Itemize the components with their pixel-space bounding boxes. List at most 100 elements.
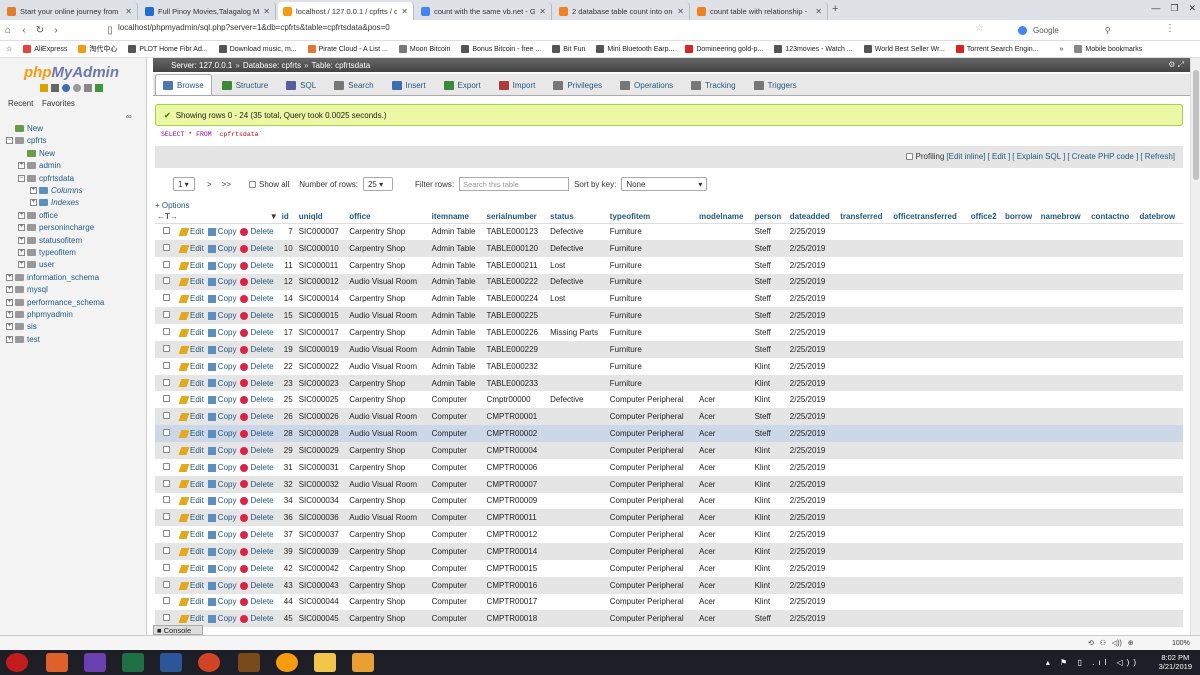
row-delete-link[interactable]: Delete <box>240 530 274 539</box>
bookmark-item[interactable]: 淘代中心 <box>78 44 117 54</box>
link-icon[interactable]: ∞ <box>126 112 132 121</box>
row-checkbox[interactable] <box>163 277 170 285</box>
row-edit-link[interactable]: Edit <box>178 379 204 388</box>
row-delete-link[interactable]: Delete <box>240 547 274 556</box>
table-row[interactable]: Edit Copy Delete 11 SIC000011 Carpentry Shop A… <box>155 256 1183 274</box>
mobile-bookmarks[interactable]: Mobile bookmarks <box>1074 45 1142 53</box>
bookmark-item[interactable]: Download music, m... <box>218 45 297 53</box>
tab-close-icon[interactable]: ✕ <box>125 7 132 16</box>
tab-close-icon[interactable]: ✕ <box>677 7 684 16</box>
table-row[interactable]: Edit Copy Delete 39 SIC000039 Carpentry Shop C… <box>155 543 1183 560</box>
tree-item-statusofitem[interactable]: + statusofitem <box>18 236 82 245</box>
expand-icon[interactable]: + <box>30 187 37 194</box>
expand-icon[interactable]: + <box>18 162 25 170</box>
row-checkbox[interactable] <box>163 429 170 437</box>
row-copy-link[interactable]: Copy <box>207 412 236 421</box>
row-delete-link[interactable]: Delete <box>240 244 274 253</box>
app-icon[interactable] <box>352 653 374 672</box>
bookmarks-more[interactable]: » <box>1059 46 1063 53</box>
row-edit-link[interactable]: Edit <box>178 496 204 505</box>
row-edit-link[interactable]: Edit <box>178 412 204 421</box>
profiling-link[interactable]: [Edit inline] <box>946 152 985 161</box>
table-row[interactable]: Edit Copy Delete 36 SIC000036 Audio Visual Ro… <box>155 509 1183 527</box>
row-copy-link[interactable]: Copy <box>207 480 236 489</box>
column-header-modelname[interactable]: modelname <box>697 210 753 224</box>
help-icon[interactable] <box>62 84 70 92</box>
profiling-link[interactable]: [ Refresh] <box>1140 152 1175 161</box>
tree-item-test[interactable]: + test <box>6 335 40 344</box>
tab-browse[interactable]: Browse <box>155 74 212 95</box>
bookmark-item[interactable]: Bonus Bitcoin - free ... <box>461 45 541 53</box>
table-row[interactable]: Edit Copy Delete 26 SIC000026 Audio Visual Ro… <box>155 408 1183 426</box>
tab-close-icon[interactable]: ✕ <box>263 7 270 16</box>
bookmark-item[interactable]: Domineering gold-p... <box>685 45 763 53</box>
column-header-typeofitem[interactable]: typeofitem <box>607 210 698 224</box>
phpmyadmin-logo[interactable]: phpMyAdmin <box>24 64 119 81</box>
table-row[interactable]: Edit Copy Delete 45 SIC000045 Carpentry Shop C… <box>155 610 1183 628</box>
row-delete-link[interactable]: Delete <box>240 513 274 522</box>
row-copy-link[interactable]: Copy <box>207 345 236 354</box>
row-copy-link[interactable]: Copy <box>207 395 236 404</box>
magnifier-icon[interactable]: ⚲ <box>1105 26 1111 35</box>
bookmark-item[interactable]: Bit Fun <box>552 45 585 53</box>
browser-tab-5[interactable]: count table with relationship - ✕ <box>692 2 828 20</box>
table-row[interactable]: Edit Copy Delete 32 SIC000032 Audio Visual Ro… <box>155 475 1183 493</box>
address-bar[interactable]: localhost/phpmyadmin/sql.php?server=1&db… <box>118 23 390 32</box>
database-crumb[interactable]: Database: cpfrts <box>243 61 301 70</box>
last-page-button[interactable]: >> <box>222 180 231 189</box>
tab-close-icon[interactable]: ✕ <box>815 7 822 16</box>
tab-close-icon[interactable]: ✕ <box>539 7 546 16</box>
settings-icon[interactable] <box>84 84 92 92</box>
menu-icon[interactable]: ⋮ <box>1165 23 1175 34</box>
game-icon[interactable] <box>238 653 260 672</box>
row-checkbox[interactable] <box>163 530 170 538</box>
table-row[interactable]: Edit Copy Delete 17 SIC000017 Carpentry Shop A… <box>155 324 1183 341</box>
back-icon[interactable]: ‹ <box>16 25 32 36</box>
scrollbar-thumb[interactable] <box>1193 70 1199 180</box>
table-row[interactable]: Edit Copy Delete 31 SIC000031 Carpentry Shop C… <box>155 458 1183 476</box>
row-delete-link[interactable]: Delete <box>240 311 274 320</box>
row-checkbox[interactable] <box>163 294 170 302</box>
table-row[interactable]: Edit Copy Delete 43 SIC000043 Carpentry Shop C… <box>155 576 1183 594</box>
reload-nav-icon[interactable] <box>95 84 103 92</box>
tree-item-personincharge[interactable]: + personincharge <box>18 223 94 232</box>
profiling-link[interactable]: [ Edit ] <box>988 152 1011 161</box>
row-edit-link[interactable]: Edit <box>178 311 204 320</box>
row-copy-link[interactable]: Copy <box>207 547 236 556</box>
expand-icon[interactable]: − <box>6 137 13 145</box>
console-tab[interactable]: ■ Console <box>153 625 203 635</box>
expand-icon[interactable]: + <box>6 335 13 343</box>
tree-item-new[interactable]: New <box>6 124 43 133</box>
column-header-itemname[interactable]: itemname <box>429 210 485 224</box>
row-checkbox[interactable] <box>163 344 170 352</box>
row-edit-link[interactable]: Edit <box>178 547 204 556</box>
bookmark-item[interactable]: World Best Seller Wr... <box>863 45 945 53</box>
bookmark-item[interactable]: Torrent Search Engin... <box>955 45 1038 53</box>
column-header-serialnumber[interactable]: serialnumber <box>484 210 549 224</box>
row-delete-link[interactable]: Delete <box>240 429 274 438</box>
row-delete-link[interactable]: Delete <box>240 463 274 472</box>
bookmark-item[interactable]: 123movies - Watch ... <box>774 45 853 53</box>
column-toggle-header[interactable]: ←T→ ▼ <box>155 210 280 224</box>
tab-sql[interactable]: SQL <box>278 75 324 95</box>
row-delete-link[interactable]: Delete <box>240 379 274 388</box>
row-delete-link[interactable]: Delete <box>240 261 274 270</box>
expand-icon[interactable]: + <box>6 323 13 331</box>
table-row[interactable]: Edit Copy Delete 42 SIC000042 Carpentry Shop C… <box>155 559 1183 577</box>
uc-browser-icon[interactable] <box>276 653 298 672</box>
logout-icon[interactable] <box>51 84 59 92</box>
tree-item-mysql[interactable]: + mysql <box>6 285 48 294</box>
row-edit-link[interactable]: Edit <box>178 513 204 522</box>
column-header-transferred[interactable]: transferred <box>838 210 892 224</box>
row-delete-link[interactable]: Delete <box>240 362 274 371</box>
tree-item-sis[interactable]: + sis <box>6 322 37 331</box>
profiling-checkbox[interactable] <box>905 153 913 160</box>
row-checkbox[interactable] <box>163 395 170 403</box>
row-delete-link[interactable]: Delete <box>240 564 274 573</box>
minimize-icon[interactable]: — <box>1151 3 1160 14</box>
tab-export[interactable]: Export <box>436 75 489 95</box>
expand-icon[interactable]: + <box>30 199 37 207</box>
tab-close-icon[interactable]: ✕ <box>401 7 408 16</box>
tree-item-cpfrts[interactable]: − cpfrts <box>6 136 47 145</box>
row-delete-link[interactable]: Delete <box>240 395 274 404</box>
